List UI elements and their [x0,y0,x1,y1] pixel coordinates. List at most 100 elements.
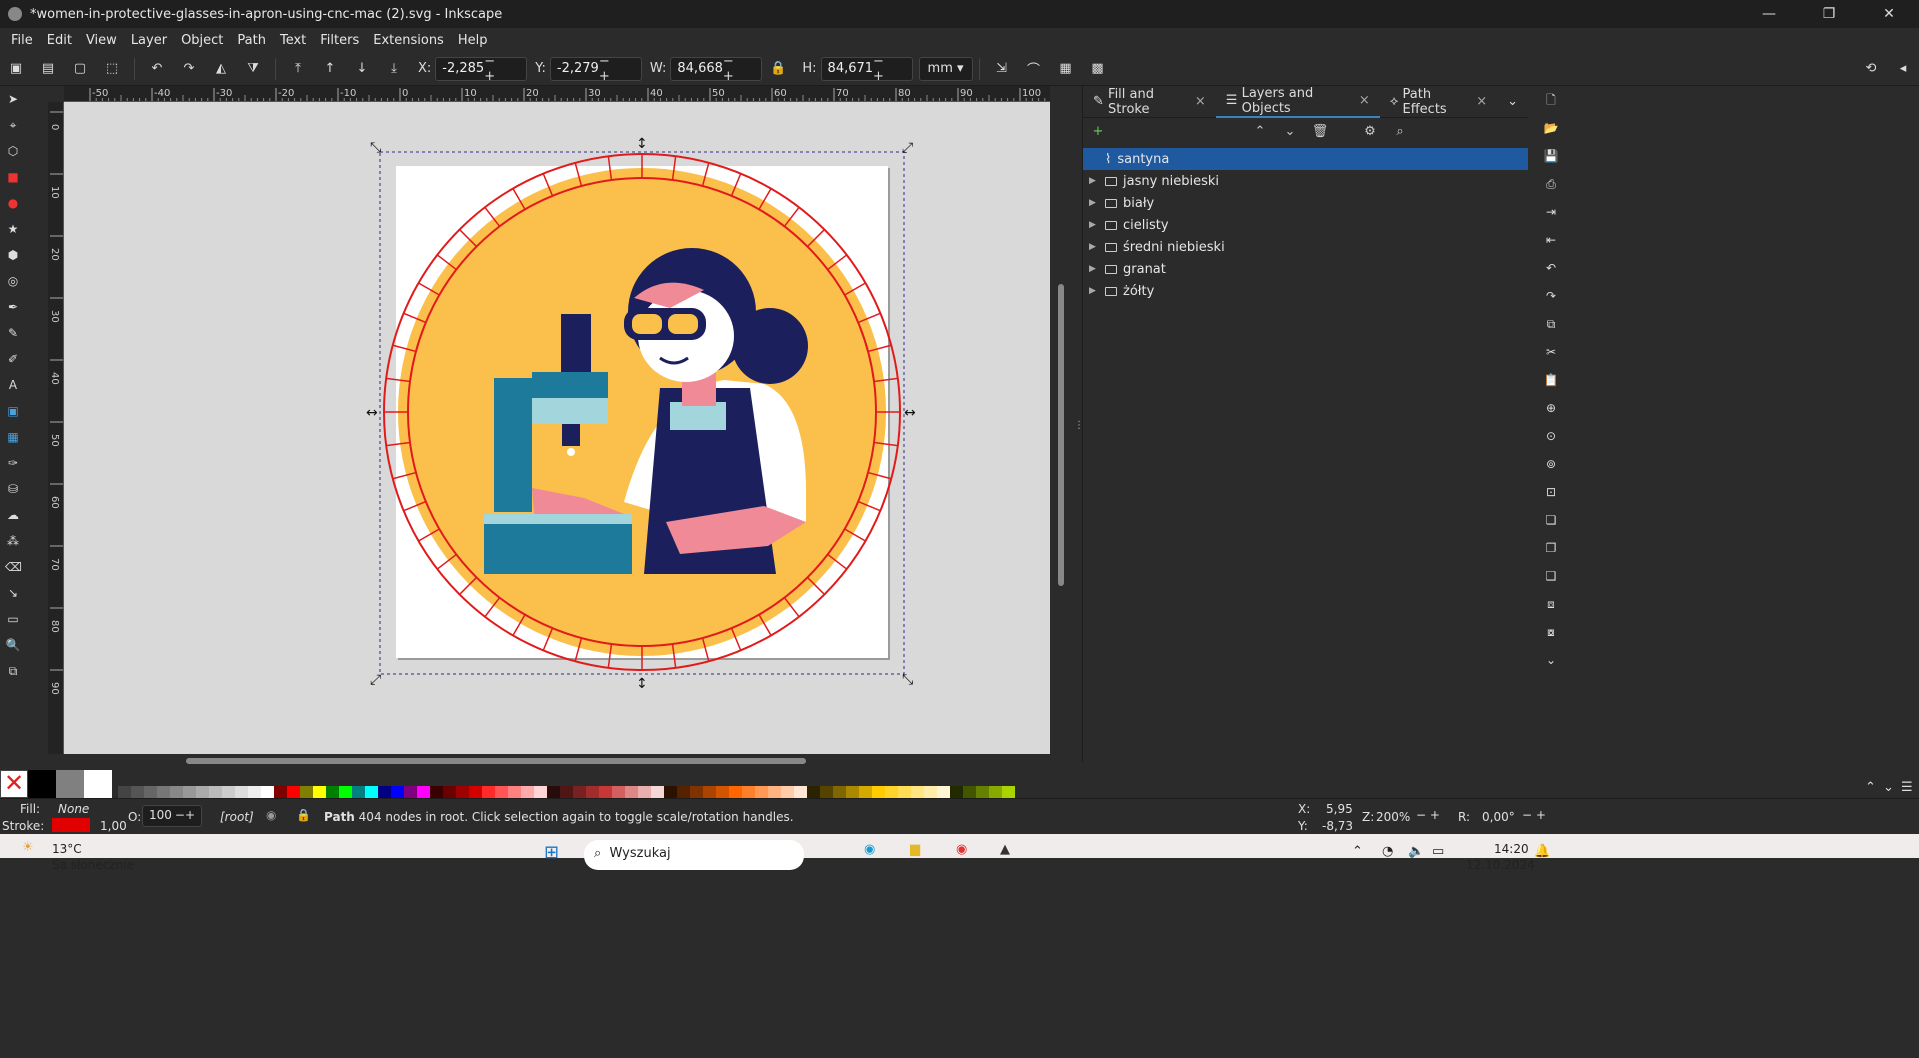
inkscape-taskbar-icon[interactable]: ▲ [1000,842,1010,857]
layer-row-sredni-niebieski[interactable]: ▶ średni niebieski [1083,236,1528,258]
palette-swatch[interactable] [469,786,482,798]
handle-top-left[interactable]: ⤡ [370,140,381,156]
palette-swatch[interactable] [937,786,950,798]
palette-swatch[interactable] [417,786,430,798]
close-button[interactable]: ✕ [1859,0,1919,28]
palette-swatch[interactable] [586,786,599,798]
menu-layer[interactable]: Layer [124,33,174,48]
scale-stroke-icon[interactable]: ⇲ [992,59,1012,79]
more-icon[interactable]: ⌄ [1543,652,1559,668]
select-same-icon[interactable]: ⬚ [102,59,122,79]
stroke-width[interactable]: 1,00 [100,819,127,833]
palette-swatch[interactable] [352,786,365,798]
eraser-tool-icon[interactable]: ⌫ [5,559,22,575]
settings-gear-icon[interactable]: ⚙ [1361,124,1379,142]
palette-swatch[interactable] [300,786,313,798]
palette-swatch[interactable] [378,786,391,798]
zoom-page-icon[interactable]: ⊚ [1543,456,1559,472]
connector-tool-icon[interactable]: ↘ [5,585,21,601]
pages-tool-icon[interactable]: ▭ [5,611,21,627]
menu-help[interactable]: Help [451,33,495,48]
layer-row-cielisty[interactable]: ▶ cielisty [1083,214,1528,236]
palette-swatch[interactable] [885,786,898,798]
palette-swatch[interactable] [859,786,872,798]
node-tool-icon[interactable]: ⌖ [5,117,21,133]
palette-swatch[interactable] [872,786,885,798]
palette-swatch[interactable] [781,786,794,798]
palette-swatch[interactable] [495,786,508,798]
3d-box-tool-icon[interactable]: ⬢ [5,247,21,263]
stroke-swatch[interactable] [52,818,90,832]
pen-tool-icon[interactable]: ✒ [5,299,21,315]
palette-swatch[interactable] [443,786,456,798]
opacity-field[interactable]: 100 −+ [142,805,202,827]
new-document-icon[interactable]: 🗋 [1543,92,1559,108]
palette-swatch[interactable] [963,786,976,798]
fill-value[interactable]: None [58,802,89,816]
file-explorer-icon[interactable]: ▆ [910,842,920,857]
notification-icon[interactable]: 🔔 [1534,844,1550,859]
palette-swatch[interactable] [404,786,417,798]
palette-swatch[interactable] [703,786,716,798]
palette-swatch[interactable] [248,786,261,798]
export-icon[interactable]: ⇤ [1543,232,1559,248]
palette-swatch[interactable] [729,786,742,798]
close-tab-icon[interactable]: × [1195,94,1206,109]
move-down-icon[interactable]: ⌄ [1281,124,1299,142]
flip-vertical-icon[interactable]: ⧩ [243,59,263,79]
tweak-tool-icon[interactable]: ☁ [5,507,21,523]
zoom-drawing-icon[interactable]: ⊙ [1543,428,1559,444]
palette-swatch[interactable] [833,786,846,798]
duplicate-icon[interactable]: ❏ [1543,512,1559,528]
white-swatch[interactable] [84,770,112,798]
palette-swatch[interactable] [521,786,534,798]
palette-swatch[interactable] [1002,786,1015,798]
group-icon[interactable]: ⧈ [1543,596,1559,612]
expand-icon[interactable]: ▶ [1089,242,1103,252]
cut-icon[interactable]: ✂ [1543,344,1559,360]
menu-file[interactable]: File [4,33,40,48]
palette-swatch[interactable] [313,786,326,798]
minimize-button[interactable]: — [1739,0,1799,28]
palette-swatch[interactable] [339,786,352,798]
paste-icon[interactable]: 📋 [1543,372,1559,388]
volume-icon[interactable]: 🔈 [1408,844,1424,859]
palette-swatch[interactable] [768,786,781,798]
canvas[interactable]: ⤡ ↕ ⤢ ↔ ↔ ⤢ ↕ ⤡ [64,102,1050,754]
palette-swatch[interactable] [950,786,963,798]
expand-icon[interactable]: ▶ [1089,264,1103,274]
select-all-icon[interactable]: ▣ [6,59,26,79]
palette-swatch[interactable] [677,786,690,798]
paint-bucket-icon[interactable]: ⛁ [5,481,21,497]
lock-ratio-icon[interactable]: 🔒 [768,59,788,79]
transform-patterns-icon[interactable]: ▩ [1088,59,1108,79]
palette-swatch[interactable] [508,786,521,798]
palette-swatch[interactable] [924,786,937,798]
y-stepper[interactable]: − + [599,54,635,84]
zoom-stepper[interactable]: − + [1416,808,1440,822]
layer-row-jasny-niebieski[interactable]: ▶ jasny niebieski [1083,170,1528,192]
tab-layers-and-objects[interactable]: ☰ Layers and Objects × [1215,86,1380,118]
unlink-clone-icon[interactable]: ❑ [1543,568,1559,584]
layer-row-granat[interactable]: ▶ granat [1083,258,1528,280]
start-icon[interactable]: ⊞ [544,842,559,863]
expand-icon[interactable]: ▶ [1089,220,1103,230]
menu-path[interactable]: Path [230,33,273,48]
palette-swatch[interactable] [560,786,573,798]
layer-row-santyna[interactable]: ⌇ santyna [1083,148,1528,170]
zoom-selection-icon[interactable]: ⊕ [1543,400,1559,416]
palette-swatch[interactable] [820,786,833,798]
palette-swatch[interactable] [898,786,911,798]
transform-gradients-icon[interactable]: ▦ [1056,59,1076,79]
palette-swatch[interactable] [365,786,378,798]
edge-icon[interactable]: ◉ [864,842,875,857]
palette-swatch[interactable] [690,786,703,798]
open-icon[interactable]: 📂 [1543,120,1559,136]
palette-swatch[interactable] [391,786,404,798]
mesh-tool-icon[interactable]: ▦ [5,429,21,445]
clock-date[interactable]: 12.10.2024 [1466,858,1535,872]
handle-right[interactable]: ↔ [904,405,916,421]
rectangle-tool-icon[interactable]: ■ [5,169,21,185]
copy-icon[interactable]: ⧉ [1543,316,1559,332]
palette-swatch[interactable] [196,786,209,798]
